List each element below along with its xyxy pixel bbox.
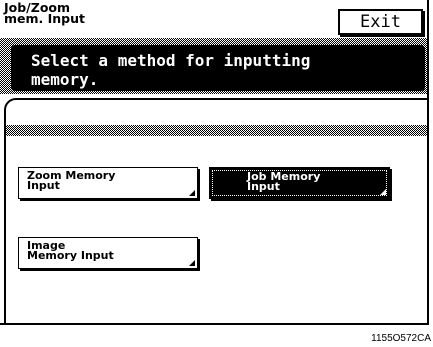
- screen-title: Job/Zoom mem. Input: [4, 0, 85, 26]
- corner-icon: [189, 260, 195, 266]
- zoom-memory-input-label: Zoom Memory Input: [27, 169, 116, 192]
- header-bar: Job/Zoom mem. Input Exit: [0, 0, 427, 40]
- screen-panel: Job/Zoom mem. Input Exit Select a method…: [0, 0, 429, 325]
- job-memory-input-label: Job Memory Input: [247, 170, 321, 193]
- content-divider: [6, 125, 427, 136]
- job-memory-input-button[interactable]: Job Memory Input: [209, 167, 390, 199]
- image-memory-input-label: Image Memory Input: [27, 239, 114, 262]
- corner-icon: [189, 190, 195, 196]
- message-text: Select a method for inputting memory.: [31, 51, 311, 89]
- figure-caption: 1155O572CA: [371, 333, 431, 344]
- zoom-memory-input-button[interactable]: Zoom Memory Input: [18, 167, 198, 199]
- image-memory-input-button[interactable]: Image Memory Input: [18, 237, 198, 269]
- exit-button[interactable]: Exit: [338, 9, 423, 35]
- message-box: Select a method for inputting memory.: [11, 45, 425, 91]
- corner-icon: [380, 189, 386, 195]
